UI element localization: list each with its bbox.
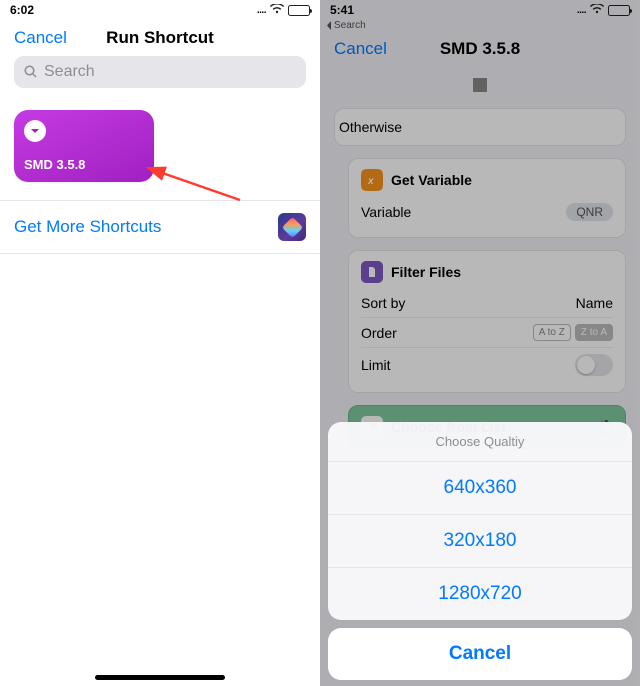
status-time: 6:02 bbox=[10, 3, 34, 17]
sheet-cancel-button[interactable]: Cancel bbox=[328, 628, 632, 680]
battery-icon bbox=[288, 5, 310, 16]
search-placeholder: Search bbox=[44, 63, 95, 81]
cancel-button[interactable]: Cancel bbox=[14, 28, 74, 48]
nav-bar: Cancel Run Shortcut bbox=[0, 20, 320, 56]
status-bar: 6:02 .... bbox=[0, 0, 320, 20]
get-more-shortcuts-row[interactable]: Get More Shortcuts bbox=[0, 200, 320, 254]
status-icons: .... bbox=[257, 4, 310, 17]
shortcuts-app-icon bbox=[278, 213, 306, 241]
home-indicator bbox=[95, 675, 225, 680]
signal-dots: .... bbox=[257, 5, 266, 16]
search-input[interactable]: Search bbox=[14, 56, 306, 88]
wifi-icon bbox=[270, 4, 284, 17]
get-more-label: Get More Shortcuts bbox=[14, 217, 161, 237]
quality-option-1[interactable]: 320x180 bbox=[328, 514, 632, 567]
shortcut-run-screen: 5:41 .... Search Cancel SMD 3.5.8 Otherw… bbox=[320, 0, 640, 686]
quality-option-2[interactable]: 1280x720 bbox=[328, 567, 632, 620]
tile-label: SMD 3.5.8 bbox=[24, 157, 85, 172]
quality-action-sheet: Choose Qualtiy 640x360 320x180 1280x720 … bbox=[328, 422, 632, 680]
chevron-down-icon bbox=[24, 120, 46, 142]
shortcut-picker-screen: 6:02 .... Cancel Run Shortcut Search SMD… bbox=[0, 0, 320, 686]
quality-option-0[interactable]: 640x360 bbox=[328, 461, 632, 514]
shortcut-tile-smd[interactable]: SMD 3.5.8 bbox=[14, 110, 154, 182]
search-icon bbox=[24, 65, 38, 79]
sheet-title: Choose Qualtiy bbox=[328, 422, 632, 461]
page-title: Run Shortcut bbox=[74, 28, 246, 48]
